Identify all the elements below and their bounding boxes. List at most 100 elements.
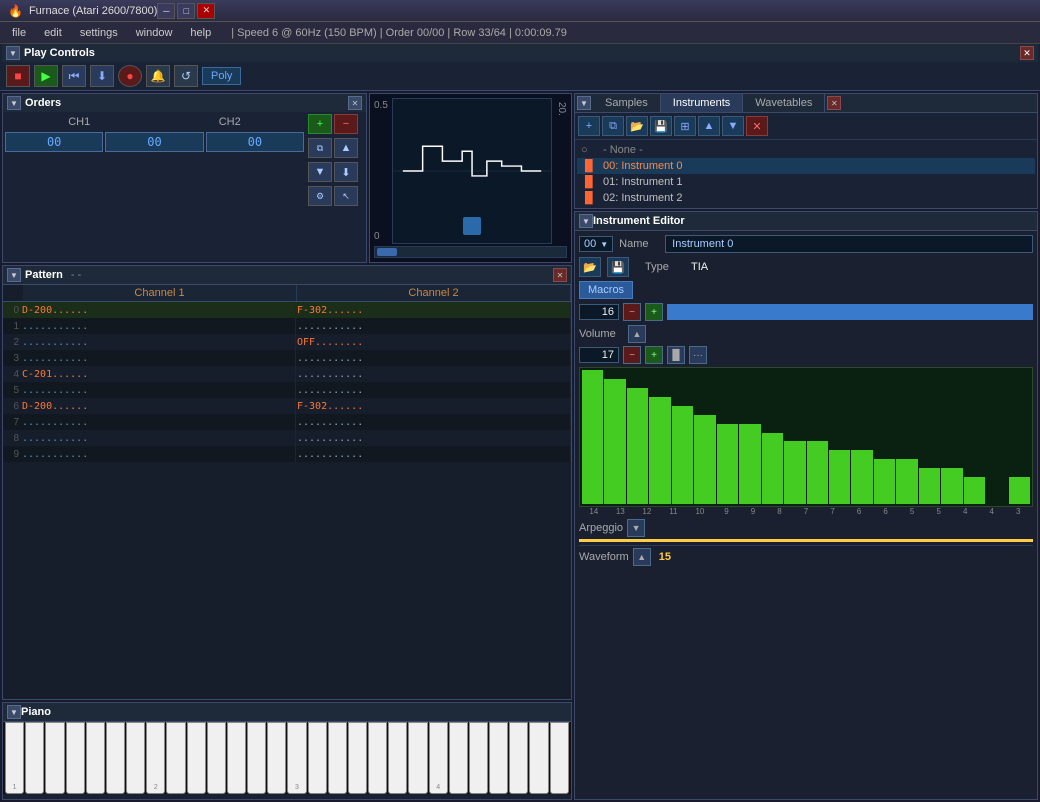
orders-select[interactable]: ⚙: [308, 186, 332, 206]
arpeggio-expand-btn[interactable]: ▼: [627, 519, 645, 537]
piano-key-a2[interactable]: [247, 722, 266, 794]
wave-scroll-x[interactable]: [463, 217, 481, 235]
table-row[interactable]: 1 ........... ...........: [3, 318, 571, 334]
samples-delete[interactable]: ✕: [746, 116, 768, 136]
play-button[interactable]: ▶: [34, 65, 58, 87]
piano-key-d1[interactable]: [25, 722, 44, 794]
play-controls-collapse[interactable]: ▼: [6, 46, 20, 60]
samples-close[interactable]: ✕: [827, 96, 841, 110]
table-row[interactable]: 3 ........... ...........: [3, 350, 571, 366]
table-row[interactable]: 8 ........... ...........: [3, 430, 571, 446]
samples-open[interactable]: 📂: [626, 116, 648, 136]
volume-increment[interactable]: +: [645, 346, 663, 364]
table-row[interactable]: 6 D-200...... F-302......: [3, 398, 571, 414]
piano-key-b3[interactable]: [408, 722, 427, 794]
tab-samples[interactable]: Samples: [593, 94, 661, 112]
piano-key-c3[interactable]: 3: [287, 722, 306, 794]
piano-key-e1[interactable]: [45, 722, 64, 794]
record-button[interactable]: ●: [118, 65, 142, 87]
piano-key-g3[interactable]: [368, 722, 387, 794]
menu-edit[interactable]: edit: [36, 25, 70, 41]
orders-add[interactable]: +: [308, 114, 332, 134]
ie-id-dropdown[interactable]: 00 ▼: [579, 236, 613, 252]
list-item[interactable]: ▐▌ 02: Instrument 2: [577, 190, 1035, 206]
sample-none[interactable]: ○ - None -: [577, 142, 1035, 158]
orders-close[interactable]: ✕: [348, 96, 362, 110]
piano-key-a1[interactable]: [106, 722, 125, 794]
piano-key-a4[interactable]: [529, 722, 548, 794]
samples-save[interactable]: 💾: [650, 116, 672, 136]
samples-down[interactable]: ▼: [722, 116, 744, 136]
ie-save-btn[interactable]: 💾: [607, 257, 629, 277]
piano-key-f2[interactable]: [207, 722, 226, 794]
orders-down-arrow[interactable]: ⬇: [334, 162, 358, 182]
orders-cursor[interactable]: ↖: [334, 186, 358, 206]
table-row[interactable]: 4 C-201...... ...........: [3, 366, 571, 382]
tab-wavetables[interactable]: Wavetables: [743, 94, 825, 112]
piano-key-g2[interactable]: [227, 722, 246, 794]
order-row[interactable]: 00 00 00: [5, 132, 304, 152]
pattern-close[interactable]: ✕: [553, 268, 567, 282]
piano-key-d3[interactable]: [308, 722, 327, 794]
piano-key-c2[interactable]: 2: [146, 722, 165, 794]
poly-button[interactable]: Poly: [202, 67, 241, 85]
samples-group[interactable]: ⊞: [674, 116, 696, 136]
piano-key-a3[interactable]: [388, 722, 407, 794]
table-row[interactable]: 7 ........... ...........: [3, 414, 571, 430]
menu-settings[interactable]: settings: [72, 25, 126, 41]
list-item[interactable]: ▐▌ 00: Instrument 0: [577, 158, 1035, 174]
macro-decrement[interactable]: −: [623, 303, 641, 321]
orders-copy[interactable]: ⧉: [308, 138, 332, 158]
volume-options-btn[interactable]: ···: [689, 346, 707, 364]
menu-file[interactable]: file: [4, 25, 34, 41]
piano-keys[interactable]: 1 2: [5, 722, 569, 794]
macro-increment[interactable]: +: [645, 303, 663, 321]
piano-key-b4[interactable]: [550, 722, 569, 794]
volume-expand-btn[interactable]: ▲: [628, 325, 646, 343]
menu-window[interactable]: window: [128, 25, 181, 41]
piano-key-d2[interactable]: [166, 722, 185, 794]
orders-collapse[interactable]: ▼: [7, 96, 21, 110]
table-row[interactable]: 0 D-200...... F-302......: [3, 302, 571, 318]
piano-key-d4[interactable]: [449, 722, 468, 794]
piano-key-e3[interactable]: [328, 722, 347, 794]
piano-key-c4[interactable]: 4: [429, 722, 448, 794]
orders-remove[interactable]: −: [334, 114, 358, 134]
samples-add[interactable]: +: [578, 116, 600, 136]
samples-collapse[interactable]: ▼: [577, 96, 591, 110]
piano-key-b2[interactable]: [267, 722, 286, 794]
piano-key-f1[interactable]: [66, 722, 85, 794]
step-button[interactable]: ⬇: [90, 65, 114, 87]
minimize-button[interactable]: ─: [157, 3, 175, 19]
metronome-button[interactable]: 🔔: [146, 65, 170, 87]
order-cell-row[interactable]: 00: [5, 132, 103, 152]
piano-collapse[interactable]: ▼: [7, 705, 21, 719]
stop-button[interactable]: ■: [6, 65, 30, 87]
wave-scrollbar-h[interactable]: [377, 248, 397, 256]
ie-load-btn[interactable]: 📂: [579, 257, 601, 277]
macros-button[interactable]: Macros: [579, 281, 633, 299]
samples-copy[interactable]: ⧉: [602, 116, 624, 136]
piano-key-g1[interactable]: [86, 722, 105, 794]
order-cell-ch1[interactable]: 00: [105, 132, 203, 152]
ie-collapse[interactable]: ▼: [579, 214, 593, 228]
piano-key-b1[interactable]: [126, 722, 145, 794]
repeat-button[interactable]: ↺: [174, 65, 198, 87]
orders-up[interactable]: ▲: [334, 138, 358, 158]
orders-down2[interactable]: ▼: [308, 162, 332, 182]
piano-key-g4[interactable]: [509, 722, 528, 794]
piano-key-f4[interactable]: [489, 722, 508, 794]
table-row[interactable]: 5 ........... ...........: [3, 382, 571, 398]
piano-key-f3[interactable]: [348, 722, 367, 794]
piano-key-e4[interactable]: [469, 722, 488, 794]
maximize-button[interactable]: □: [177, 3, 195, 19]
piano-key-c1[interactable]: 1: [5, 722, 24, 794]
table-row[interactable]: 2 ........... OFF........: [3, 334, 571, 350]
samples-up[interactable]: ▲: [698, 116, 720, 136]
table-row[interactable]: 9 ........... ...........: [3, 446, 571, 462]
ie-name-input[interactable]: Instrument 0: [665, 235, 1033, 253]
piano-key-e2[interactable]: [187, 722, 206, 794]
list-item[interactable]: ▐▌ 01: Instrument 1: [577, 174, 1035, 190]
volume-num-input[interactable]: 17: [579, 347, 619, 363]
volume-chart-btn[interactable]: ▐▌: [667, 346, 685, 364]
